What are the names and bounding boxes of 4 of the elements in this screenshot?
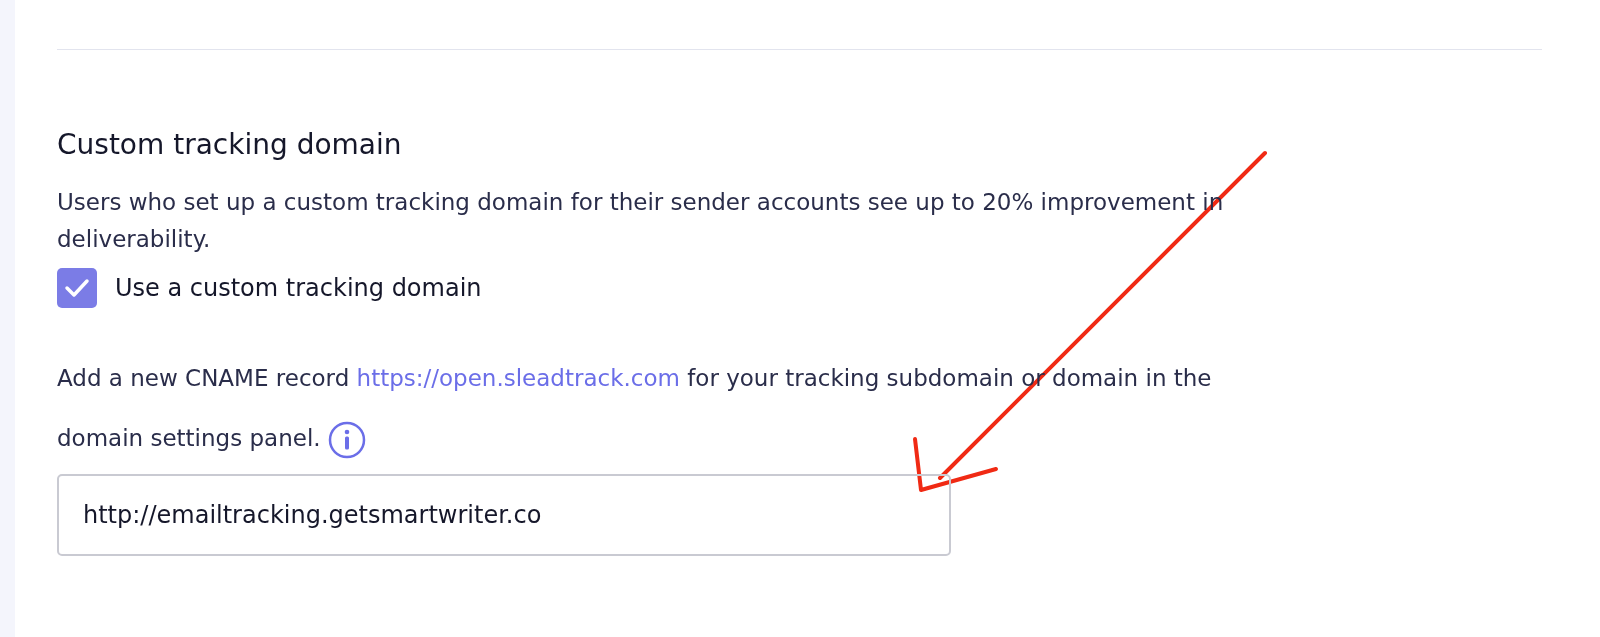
checkbox-label: Use a custom tracking domain <box>115 273 482 304</box>
input-field[interactable]: http://emailtracking.getsmartwriter.co <box>57 474 951 556</box>
section-title: Custom tracking domain <box>57 127 403 163</box>
link[interactable]: https://open.sleadtrack.com <box>356 365 680 391</box>
